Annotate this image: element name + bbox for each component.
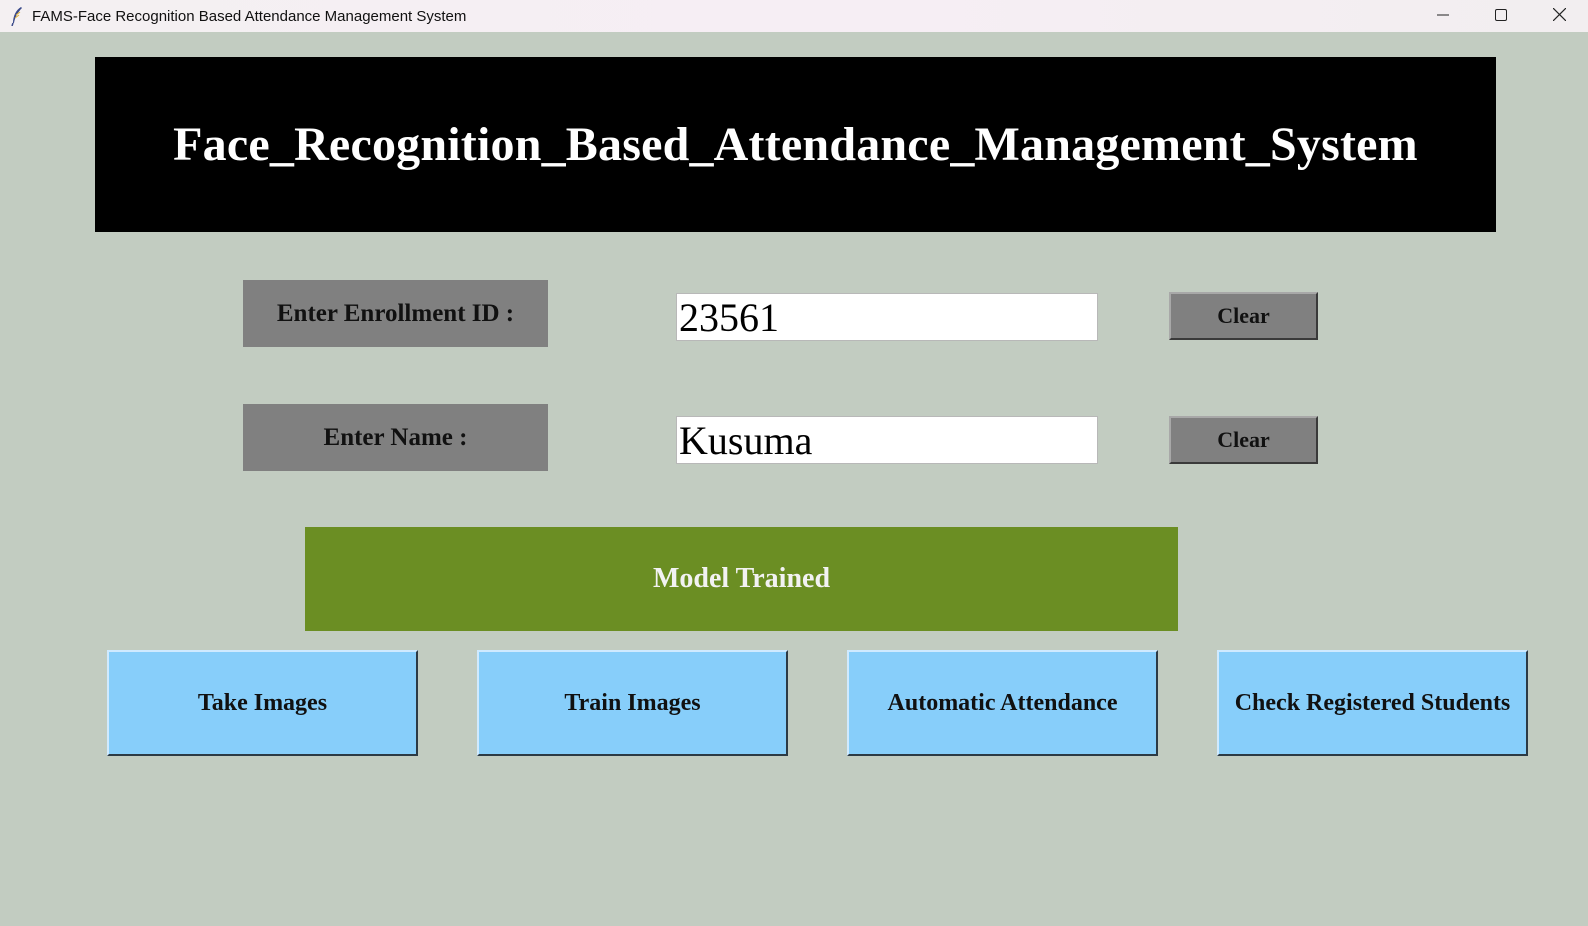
- check-registered-students-label: Check Registered Students: [1234, 689, 1511, 716]
- clear-name-button[interactable]: Clear: [1169, 416, 1318, 464]
- app-header-banner: Face_Recognition_Based_Attendance_Manage…: [95, 57, 1496, 232]
- title-bar: FAMS-Face Recognition Based Attendance M…: [0, 0, 1588, 32]
- minimize-button[interactable]: [1414, 0, 1472, 32]
- close-button[interactable]: [1530, 0, 1588, 32]
- clear-enrollment-button[interactable]: Clear: [1169, 292, 1318, 340]
- automatic-attendance-label: Automatic Attendance: [887, 689, 1118, 716]
- feather-icon: [6, 5, 28, 27]
- maximize-button[interactable]: [1472, 0, 1530, 32]
- maximize-icon: [1495, 8, 1507, 25]
- take-images-button[interactable]: Take Images: [107, 650, 418, 756]
- window-title: FAMS-Face Recognition Based Attendance M…: [32, 7, 467, 25]
- name-label-text: Enter Name :: [323, 423, 468, 451]
- status-message: Model Trained: [652, 563, 831, 594]
- name-label: Enter Name :: [243, 404, 548, 471]
- window-controls: [1414, 0, 1588, 32]
- take-images-label: Take Images: [197, 689, 328, 716]
- close-icon: [1552, 7, 1566, 25]
- enrollment-id-label: Enter Enrollment ID :: [243, 280, 548, 347]
- clear-enrollment-label: Clear: [1217, 303, 1270, 328]
- enrollment-id-label-text: Enter Enrollment ID :: [276, 299, 515, 327]
- status-message-box: Model Trained: [305, 527, 1178, 631]
- name-input[interactable]: [676, 416, 1098, 464]
- automatic-attendance-button[interactable]: Automatic Attendance: [847, 650, 1158, 756]
- train-images-label: Train Images: [564, 689, 701, 716]
- app-title: Face_Recognition_Based_Attendance_Manage…: [173, 118, 1418, 171]
- train-images-button[interactable]: Train Images: [477, 650, 788, 756]
- check-registered-students-button[interactable]: Check Registered Students: [1217, 650, 1528, 756]
- minimize-icon: [1437, 8, 1449, 25]
- enrollment-id-input[interactable]: [676, 293, 1098, 341]
- clear-name-label: Clear: [1217, 427, 1270, 452]
